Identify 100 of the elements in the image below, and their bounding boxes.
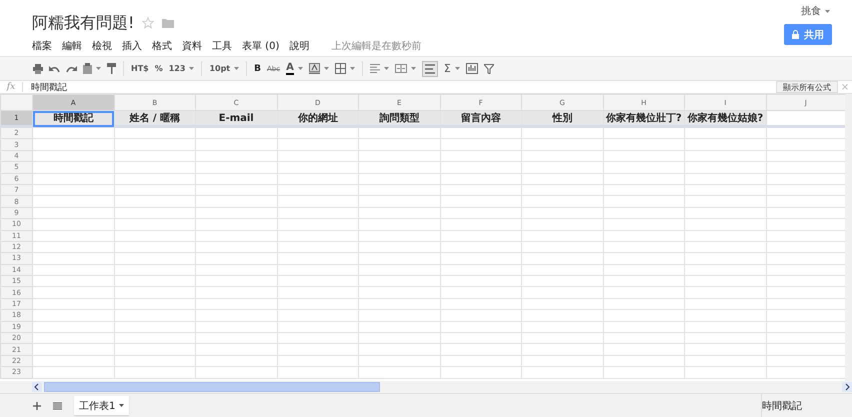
table-cell[interactable]: [114, 355, 196, 367]
table-cell[interactable]: [358, 207, 440, 219]
add-sheet-button[interactable]: [33, 402, 41, 410]
table-cell[interactable]: [32, 230, 114, 242]
corner-cell[interactable]: [0, 94, 32, 110]
table-cell[interactable]: [522, 252, 603, 264]
font-size-dropdown[interactable]: 10pt: [209, 64, 230, 73]
table-cell[interactable]: [603, 173, 684, 184]
table-cell[interactable]: [32, 344, 114, 356]
table-cell[interactable]: [196, 310, 277, 322]
number-format-button[interactable]: 123: [168, 64, 186, 73]
folder-icon[interactable]: [162, 18, 174, 28]
table-cell[interactable]: [522, 241, 603, 253]
caret-icon[interactable]: [384, 67, 389, 70]
table-cell[interactable]: [277, 344, 358, 356]
table-cell[interactable]: [440, 196, 522, 208]
redo-icon[interactable]: [66, 64, 77, 72]
table-cell[interactable]: [522, 150, 603, 162]
table-cell[interactable]: [196, 366, 277, 378]
caret-icon[interactable]: [189, 67, 194, 70]
caret-icon[interactable]: [454, 67, 460, 70]
table-cell[interactable]: [684, 196, 766, 208]
table-cell[interactable]: [114, 241, 196, 253]
table-cell[interactable]: [114, 184, 196, 196]
table-cell[interactable]: [684, 366, 766, 378]
table-cell[interactable]: 詢問類型: [358, 110, 440, 126]
table-cell[interactable]: [277, 332, 358, 344]
table-cell[interactable]: [522, 162, 603, 174]
table-cell[interactable]: [440, 310, 522, 322]
table-cell[interactable]: [114, 310, 196, 322]
table-cell[interactable]: [766, 110, 845, 126]
table-cell[interactable]: [522, 355, 603, 367]
table-cell[interactable]: [358, 344, 440, 356]
table-cell[interactable]: [277, 162, 358, 174]
table-cell[interactable]: [358, 321, 440, 333]
table-cell[interactable]: [32, 196, 114, 208]
table-cell[interactable]: [440, 366, 522, 378]
table-cell[interactable]: [196, 207, 277, 219]
table-cell[interactable]: [196, 264, 277, 276]
table-cell[interactable]: [522, 332, 603, 344]
table-cell[interactable]: [440, 138, 522, 150]
sheet-tab[interactable]: 工作表1: [74, 396, 130, 415]
table-cell[interactable]: [684, 252, 766, 264]
table-cell[interactable]: [32, 150, 114, 162]
table-cell[interactable]: [358, 196, 440, 208]
table-cell[interactable]: 你家有幾位壯丁?: [603, 110, 684, 126]
table-cell[interactable]: [114, 126, 196, 139]
table-cell[interactable]: [603, 366, 684, 378]
formula-input[interactable]: 時間戳記: [31, 80, 776, 94]
table-cell[interactable]: [277, 138, 358, 150]
table-cell[interactable]: [358, 310, 440, 322]
table-cell[interactable]: 你家有幾位姑娘?: [684, 110, 766, 126]
table-cell[interactable]: [358, 276, 440, 287]
table-cell[interactable]: [522, 196, 603, 208]
table-cell[interactable]: [277, 355, 358, 367]
table-cell[interactable]: [440, 162, 522, 174]
table-cell[interactable]: 你的網址: [277, 110, 358, 126]
table-cell[interactable]: [277, 252, 358, 264]
caret-icon[interactable]: [324, 67, 329, 70]
align-left-icon[interactable]: [370, 64, 380, 73]
table-cell[interactable]: [32, 332, 114, 344]
last-edit-status[interactable]: 上次編輯是在數秒前: [331, 39, 422, 53]
table-cell[interactable]: [522, 230, 603, 242]
menu-item[interactable]: 檢視: [92, 39, 112, 53]
table-cell[interactable]: [358, 218, 440, 230]
caret-icon[interactable]: [350, 67, 355, 70]
table-cell[interactable]: [358, 138, 440, 150]
menu-item[interactable]: 資料: [182, 39, 202, 53]
table-cell[interactable]: [603, 196, 684, 208]
paint-roller-icon[interactable]: [107, 63, 116, 74]
table-cell[interactable]: [277, 196, 358, 208]
table-cell[interactable]: [114, 366, 196, 378]
percent-format-button[interactable]: %: [154, 64, 163, 73]
table-cell[interactable]: [684, 355, 766, 367]
table-cell[interactable]: [684, 264, 766, 276]
table-cell[interactable]: [114, 230, 196, 242]
functions-button[interactable]: Σ: [444, 62, 451, 75]
table-cell[interactable]: [684, 344, 766, 356]
filter-icon[interactable]: [484, 64, 494, 74]
table-cell[interactable]: [114, 276, 196, 287]
table-cell[interactable]: [114, 218, 196, 230]
table-cell[interactable]: [277, 241, 358, 253]
table-cell[interactable]: [32, 298, 114, 310]
wrap-text-icon[interactable]: [422, 60, 438, 76]
table-cell[interactable]: [522, 366, 603, 378]
table-cell[interactable]: [114, 321, 196, 333]
table-cell[interactable]: E-mail: [196, 110, 277, 126]
menu-item[interactable]: 插入: [122, 39, 142, 53]
table-cell[interactable]: [277, 150, 358, 162]
table-cell[interactable]: [196, 184, 277, 196]
table-cell[interactable]: [522, 207, 603, 219]
table-cell[interactable]: [440, 241, 522, 253]
table-cell[interactable]: [277, 286, 358, 298]
table-cell[interactable]: [684, 321, 766, 333]
table-cell[interactable]: [196, 276, 277, 287]
table-cell[interactable]: [277, 126, 358, 139]
table-cell[interactable]: [32, 162, 114, 174]
table-cell[interactable]: [196, 332, 277, 344]
table-cell[interactable]: 留言內容: [440, 110, 522, 126]
table-cell[interactable]: [196, 138, 277, 150]
